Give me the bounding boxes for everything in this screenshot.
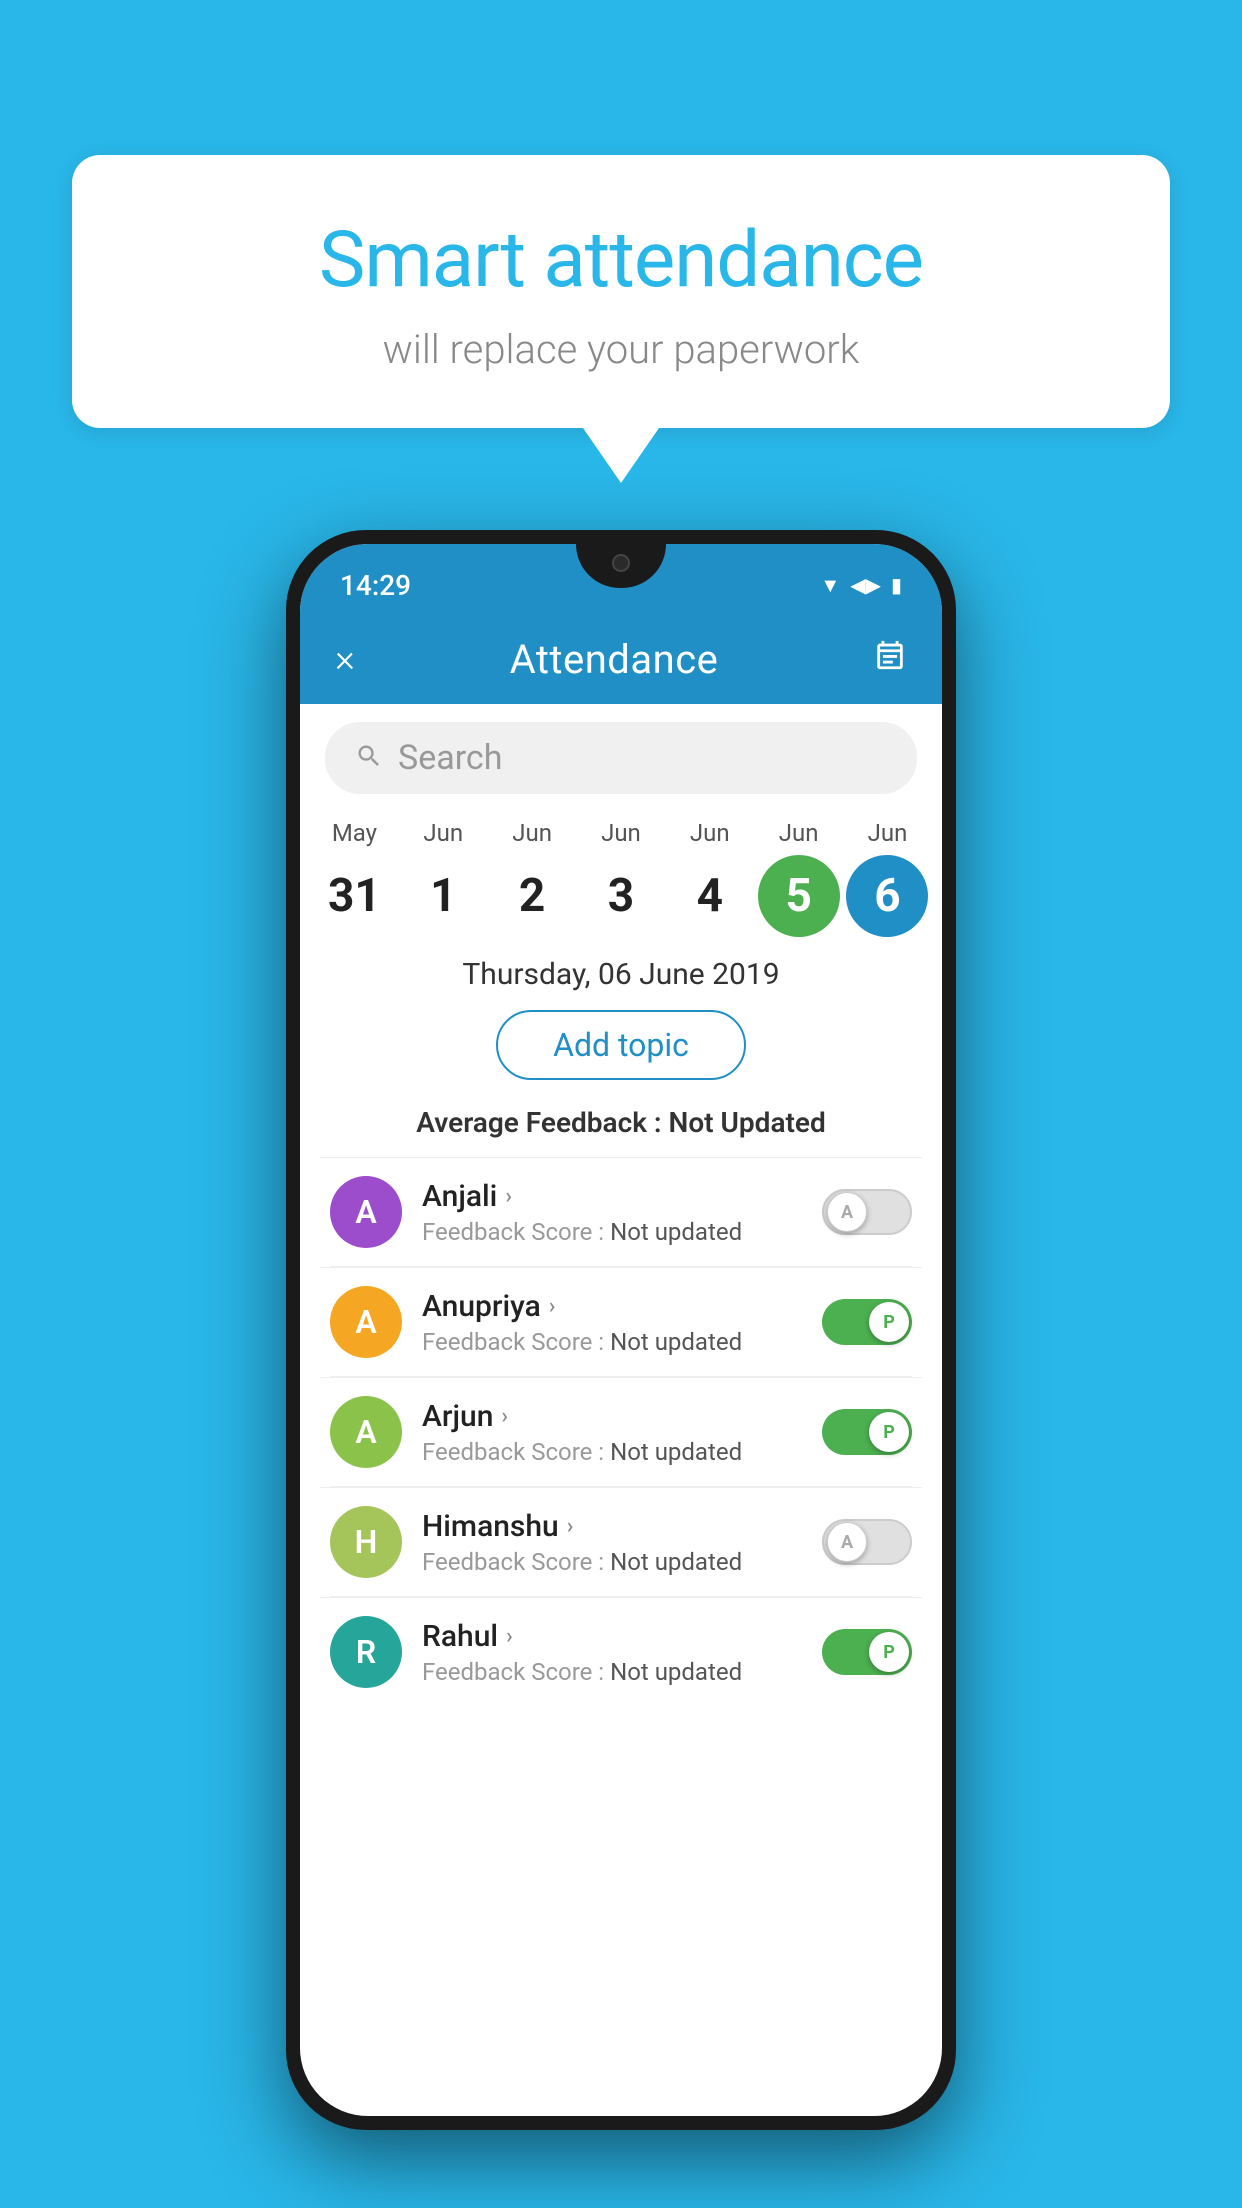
list-item[interactable]: A Anjali › Feedback Score : Not updated … <box>320 1157 922 1266</box>
student-feedback: Feedback Score : Not updated <box>422 1328 802 1356</box>
status-time: 14:29 <box>340 569 411 602</box>
date-column[interactable]: Jun 4 <box>669 819 751 937</box>
student-info: Arjun › Feedback Score : Not updated <box>422 1399 802 1466</box>
date-month-label: Jun <box>601 819 641 847</box>
student-name: Arjun › <box>422 1399 802 1434</box>
date-column[interactable]: Jun 3 <box>580 819 662 937</box>
close-button[interactable]: × <box>335 637 355 681</box>
search-input[interactable]: Search <box>398 738 502 778</box>
date-number[interactable]: 4 <box>669 855 751 937</box>
student-info: Rahul › Feedback Score : Not updated <box>422 1619 802 1686</box>
search-bar[interactable]: Search <box>325 722 917 794</box>
signal-icon: ◀▶ <box>850 573 881 597</box>
add-topic-label: Add topic <box>553 1026 689 1064</box>
date-number[interactable]: 5 <box>758 855 840 937</box>
chevron-right-icon: › <box>505 1184 512 1209</box>
speech-bubble: Smart attendance will replace your paper… <box>72 155 1170 428</box>
toggle-knob: A <box>827 1192 867 1232</box>
list-item[interactable]: H Himanshu › Feedback Score : Not update… <box>320 1487 922 1596</box>
phone-frame: 14:29 ▼ ◀▶ ▮ × Attendance <box>286 530 956 2130</box>
date-month-label: Jun <box>512 819 552 847</box>
student-info: Anjali › Feedback Score : Not updated <box>422 1179 802 1246</box>
student-info: Anupriya › Feedback Score : Not updated <box>422 1289 802 1356</box>
camera-dot <box>612 554 630 572</box>
wifi-icon: ▼ <box>820 573 840 598</box>
student-name: Anjali › <box>422 1179 802 1214</box>
attendance-toggle[interactable]: P <box>822 1629 912 1675</box>
date-month-label: Jun <box>868 819 908 847</box>
attendance-toggle[interactable]: A <box>822 1519 912 1565</box>
date-selector: May 31 Jun 1 Jun 2 Jun 3 Jun 4 Jun 5 Jun 6 <box>300 804 942 942</box>
student-name: Himanshu › <box>422 1509 802 1544</box>
avatar: H <box>330 1506 402 1578</box>
student-feedback: Feedback Score : Not updated <box>422 1658 802 1686</box>
add-topic-button[interactable]: Add topic <box>496 1010 746 1080</box>
date-month-label: May <box>332 819 377 847</box>
status-icons: ▼ ◀▶ ▮ <box>820 573 902 598</box>
avatar: R <box>330 1616 402 1688</box>
search-icon <box>355 742 383 774</box>
date-number[interactable]: 31 <box>313 855 395 937</box>
chevron-right-icon: › <box>506 1624 513 1649</box>
student-feedback: Feedback Score : Not updated <box>422 1548 802 1576</box>
date-column[interactable]: May 31 <box>313 819 395 937</box>
avatar: A <box>330 1286 402 1358</box>
date-month-label: Jun <box>423 819 463 847</box>
speech-bubble-container: Smart attendance will replace your paper… <box>72 155 1170 483</box>
speech-bubble-title: Smart attendance <box>152 215 1090 306</box>
date-column[interactable]: Jun 2 <box>491 819 573 937</box>
date-number[interactable]: 3 <box>580 855 662 937</box>
student-name: Rahul › <box>422 1619 802 1654</box>
attendance-toggle[interactable]: P <box>822 1299 912 1345</box>
date-column[interactable]: Jun 1 <box>402 819 484 937</box>
calendar-icon[interactable] <box>873 638 907 680</box>
selected-date-display: Thursday, 06 June 2019 <box>300 942 942 1000</box>
chevron-right-icon: › <box>501 1404 508 1429</box>
date-column[interactable]: Jun 6 <box>846 819 928 937</box>
toggle-knob: P <box>869 1302 909 1342</box>
date-month-label: Jun <box>690 819 730 847</box>
chevron-right-icon: › <box>567 1514 574 1539</box>
toggle-knob: P <box>869 1632 909 1672</box>
battery-icon: ▮ <box>891 573 902 597</box>
avg-feedback: Average Feedback : Not Updated <box>300 1106 942 1157</box>
speech-bubble-arrow <box>583 428 659 483</box>
date-column[interactable]: Jun 5 <box>758 819 840 937</box>
attendance-toggle[interactable]: A <box>822 1189 912 1235</box>
speech-bubble-subtitle: will replace your paperwork <box>152 326 1090 373</box>
date-number[interactable]: 6 <box>846 855 928 937</box>
student-feedback: Feedback Score : Not updated <box>422 1438 802 1466</box>
list-item[interactable]: A Arjun › Feedback Score : Not updated P <box>320 1377 922 1486</box>
toggle-knob: A <box>827 1522 867 1562</box>
phone-wrapper: 14:29 ▼ ◀▶ ▮ × Attendance <box>286 530 956 2130</box>
date-number[interactable]: 2 <box>491 855 573 937</box>
avatar: A <box>330 1176 402 1248</box>
app-header: × Attendance <box>300 614 942 704</box>
avatar: A <box>330 1396 402 1468</box>
list-item[interactable]: R Rahul › Feedback Score : Not updated P <box>320 1597 922 1706</box>
student-list: A Anjali › Feedback Score : Not updated … <box>300 1157 942 1706</box>
header-title: Attendance <box>510 636 719 683</box>
student-feedback: Feedback Score : Not updated <box>422 1218 802 1246</box>
student-info: Himanshu › Feedback Score : Not updated <box>422 1509 802 1576</box>
phone-screen: 14:29 ▼ ◀▶ ▮ × Attendance <box>300 544 942 2116</box>
chevron-right-icon: › <box>549 1294 556 1319</box>
student-name: Anupriya › <box>422 1289 802 1324</box>
date-month-label: Jun <box>779 819 819 847</box>
date-number[interactable]: 1 <box>402 855 484 937</box>
attendance-toggle[interactable]: P <box>822 1409 912 1455</box>
toggle-knob: P <box>869 1412 909 1452</box>
list-item[interactable]: A Anupriya › Feedback Score : Not update… <box>320 1267 922 1376</box>
